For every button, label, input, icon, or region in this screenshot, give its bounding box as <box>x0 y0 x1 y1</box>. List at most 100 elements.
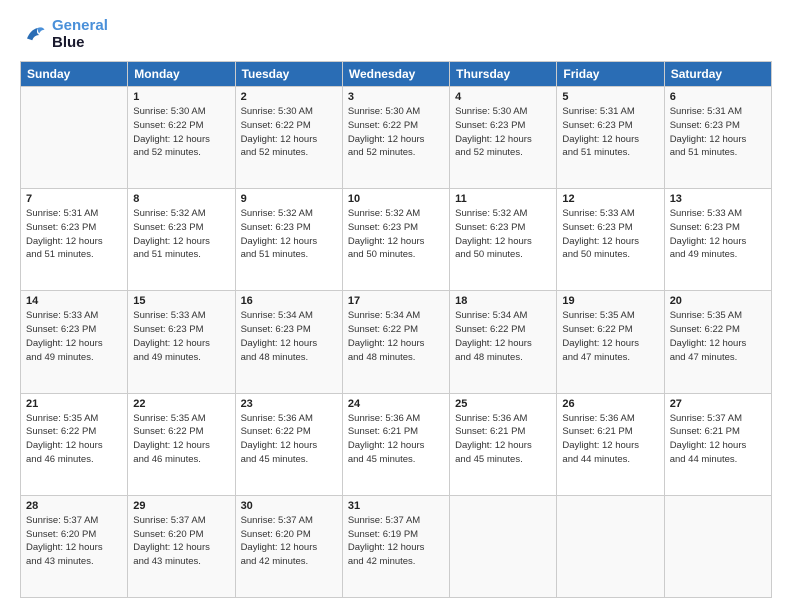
header: General Blue <box>20 18 772 51</box>
day-number: 4 <box>455 91 551 103</box>
calendar-body: 1Sunrise: 5:30 AM Sunset: 6:22 PM Daylig… <box>21 87 772 598</box>
header-day-thursday: Thursday <box>450 62 557 87</box>
day-number: 13 <box>670 193 766 205</box>
day-info: Sunrise: 5:37 AM Sunset: 6:20 PM Dayligh… <box>133 514 229 569</box>
calendar-cell: 27 Sunrise: 5:37 AM Sunset: 6:21 PM Dayli… <box>664 393 771 495</box>
day-info: Sunrise: 5:37 AM Sunset: 6:19 PM Dayligh… <box>348 514 444 569</box>
day-info: Sunrise: 5:31 AM Sunset: 6:23 PM Dayligh… <box>562 105 658 160</box>
day-number: 3 <box>348 91 444 103</box>
calendar-cell: 4 Sunrise: 5:30 AM Sunset: 6:23 PM Daylig… <box>450 87 557 189</box>
calendar-cell: 17Sunrise: 5:34 AM Sunset: 6:22 PM Dayli… <box>342 291 449 393</box>
week-row-3: 14 Sunrise: 5:33 AM Sunset: 6:23 PM Dayli… <box>21 291 772 393</box>
day-info: Sunrise: 5:36 AM Sunset: 6:21 PM Dayligh… <box>562 412 658 467</box>
calendar-cell: 30 Sunrise: 5:37 AM Sunset: 6:20 PM Dayli… <box>235 495 342 597</box>
calendar-cell <box>557 495 664 597</box>
day-info: Sunrise: 5:30 AM Sunset: 6:22 PM Dayligh… <box>133 105 229 160</box>
day-info: Sunrise: 5:33 AM Sunset: 6:23 PM Dayligh… <box>26 309 122 364</box>
calendar-cell <box>664 495 771 597</box>
day-info: Sunrise: 5:36 AM Sunset: 6:21 PM Dayligh… <box>455 412 551 467</box>
day-number: 10 <box>348 193 444 205</box>
day-info: Sunrise: 5:37 AM Sunset: 6:21 PM Dayligh… <box>670 412 766 467</box>
calendar-cell: 5Sunrise: 5:31 AM Sunset: 6:23 PM Daylig… <box>557 87 664 189</box>
calendar-cell: 3 Sunrise: 5:30 AM Sunset: 6:22 PM Daylig… <box>342 87 449 189</box>
calendar-cell: 20 Sunrise: 5:35 AM Sunset: 6:22 PM Dayli… <box>664 291 771 393</box>
day-info: Sunrise: 5:30 AM Sunset: 6:23 PM Dayligh… <box>455 105 551 160</box>
day-number: 20 <box>670 295 766 307</box>
header-day-monday: Monday <box>128 62 235 87</box>
day-number: 29 <box>133 500 229 512</box>
header-day-tuesday: Tuesday <box>235 62 342 87</box>
calendar-cell: 21Sunrise: 5:35 AM Sunset: 6:22 PM Dayli… <box>21 393 128 495</box>
day-info: Sunrise: 5:34 AM Sunset: 6:23 PM Dayligh… <box>241 309 337 364</box>
day-info: Sunrise: 5:35 AM Sunset: 6:22 PM Dayligh… <box>26 412 122 467</box>
week-row-5: 28 Sunrise: 5:37 AM Sunset: 6:20 PM Dayli… <box>21 495 772 597</box>
calendar-page: General Blue SundayMondayTuesdayWednesda… <box>0 0 792 612</box>
header-day-sunday: Sunday <box>21 62 128 87</box>
day-number: 16 <box>241 295 337 307</box>
day-info: Sunrise: 5:31 AM Sunset: 6:23 PM Dayligh… <box>670 105 766 160</box>
logo-icon <box>20 21 48 49</box>
day-info: Sunrise: 5:34 AM Sunset: 6:22 PM Dayligh… <box>348 309 444 364</box>
day-number: 30 <box>241 500 337 512</box>
calendar-cell: 13Sunrise: 5:33 AM Sunset: 6:23 PM Dayli… <box>664 189 771 291</box>
day-number: 22 <box>133 398 229 410</box>
header-day-wednesday: Wednesday <box>342 62 449 87</box>
calendar-cell: 29 Sunrise: 5:37 AM Sunset: 6:20 PM Dayli… <box>128 495 235 597</box>
calendar-cell: 7 Sunrise: 5:31 AM Sunset: 6:23 PM Daylig… <box>21 189 128 291</box>
calendar-cell: 26 Sunrise: 5:36 AM Sunset: 6:21 PM Dayli… <box>557 393 664 495</box>
calendar-cell: 10 Sunrise: 5:32 AM Sunset: 6:23 PM Dayli… <box>342 189 449 291</box>
day-number: 14 <box>26 295 122 307</box>
calendar-cell: 14 Sunrise: 5:33 AM Sunset: 6:23 PM Dayli… <box>21 291 128 393</box>
day-number: 7 <box>26 193 122 205</box>
calendar-cell <box>450 495 557 597</box>
day-number: 28 <box>26 500 122 512</box>
logo-text: General Blue <box>52 18 108 51</box>
calendar-cell: 25Sunrise: 5:36 AM Sunset: 6:21 PM Dayli… <box>450 393 557 495</box>
day-number: 11 <box>455 193 551 205</box>
day-info: Sunrise: 5:31 AM Sunset: 6:23 PM Dayligh… <box>26 207 122 262</box>
calendar-cell: 23 Sunrise: 5:36 AM Sunset: 6:22 PM Dayli… <box>235 393 342 495</box>
week-row-4: 21Sunrise: 5:35 AM Sunset: 6:22 PM Dayli… <box>21 393 772 495</box>
day-info: Sunrise: 5:35 AM Sunset: 6:22 PM Dayligh… <box>133 412 229 467</box>
day-number: 26 <box>562 398 658 410</box>
day-number: 19 <box>562 295 658 307</box>
calendar-cell: 22 Sunrise: 5:35 AM Sunset: 6:22 PM Dayli… <box>128 393 235 495</box>
day-info: Sunrise: 5:32 AM Sunset: 6:23 PM Dayligh… <box>241 207 337 262</box>
day-info: Sunrise: 5:36 AM Sunset: 6:22 PM Dayligh… <box>241 412 337 467</box>
day-number: 23 <box>241 398 337 410</box>
calendar-cell: 11 Sunrise: 5:32 AM Sunset: 6:23 PM Dayli… <box>450 189 557 291</box>
day-info: Sunrise: 5:37 AM Sunset: 6:20 PM Dayligh… <box>241 514 337 569</box>
day-info: Sunrise: 5:30 AM Sunset: 6:22 PM Dayligh… <box>241 105 337 160</box>
week-row-1: 1Sunrise: 5:30 AM Sunset: 6:22 PM Daylig… <box>21 87 772 189</box>
calendar-cell <box>21 87 128 189</box>
day-number: 8 <box>133 193 229 205</box>
header-day-saturday: Saturday <box>664 62 771 87</box>
day-info: Sunrise: 5:32 AM Sunset: 6:23 PM Dayligh… <box>133 207 229 262</box>
calendar-cell: 15 Sunrise: 5:33 AM Sunset: 6:23 PM Dayli… <box>128 291 235 393</box>
calendar-header: SundayMondayTuesdayWednesdayThursdayFrid… <box>21 62 772 87</box>
day-number: 12 <box>562 193 658 205</box>
calendar-cell: 28 Sunrise: 5:37 AM Sunset: 6:20 PM Dayli… <box>21 495 128 597</box>
calendar-cell: 31 Sunrise: 5:37 AM Sunset: 6:19 PM Dayli… <box>342 495 449 597</box>
calendar-table: SundayMondayTuesdayWednesdayThursdayFrid… <box>20 61 772 598</box>
calendar-cell: 24 Sunrise: 5:36 AM Sunset: 6:21 PM Dayli… <box>342 393 449 495</box>
calendar-cell: 16 Sunrise: 5:34 AM Sunset: 6:23 PM Dayli… <box>235 291 342 393</box>
day-number: 15 <box>133 295 229 307</box>
day-info: Sunrise: 5:30 AM Sunset: 6:22 PM Dayligh… <box>348 105 444 160</box>
calendar-cell: 19Sunrise: 5:35 AM Sunset: 6:22 PM Dayli… <box>557 291 664 393</box>
day-info: Sunrise: 5:36 AM Sunset: 6:21 PM Dayligh… <box>348 412 444 467</box>
day-number: 24 <box>348 398 444 410</box>
day-info: Sunrise: 5:34 AM Sunset: 6:22 PM Dayligh… <box>455 309 551 364</box>
day-number: 27 <box>670 398 766 410</box>
day-info: Sunrise: 5:35 AM Sunset: 6:22 PM Dayligh… <box>670 309 766 364</box>
day-info: Sunrise: 5:37 AM Sunset: 6:20 PM Dayligh… <box>26 514 122 569</box>
calendar-cell: 2Sunrise: 5:30 AM Sunset: 6:22 PM Daylig… <box>235 87 342 189</box>
day-number: 31 <box>348 500 444 512</box>
header-row: SundayMondayTuesdayWednesdayThursdayFrid… <box>21 62 772 87</box>
logo: General Blue <box>20 18 108 51</box>
calendar-cell: 6Sunrise: 5:31 AM Sunset: 6:23 PM Daylig… <box>664 87 771 189</box>
day-info: Sunrise: 5:32 AM Sunset: 6:23 PM Dayligh… <box>455 207 551 262</box>
day-info: Sunrise: 5:33 AM Sunset: 6:23 PM Dayligh… <box>133 309 229 364</box>
week-row-2: 7 Sunrise: 5:31 AM Sunset: 6:23 PM Daylig… <box>21 189 772 291</box>
day-info: Sunrise: 5:32 AM Sunset: 6:23 PM Dayligh… <box>348 207 444 262</box>
